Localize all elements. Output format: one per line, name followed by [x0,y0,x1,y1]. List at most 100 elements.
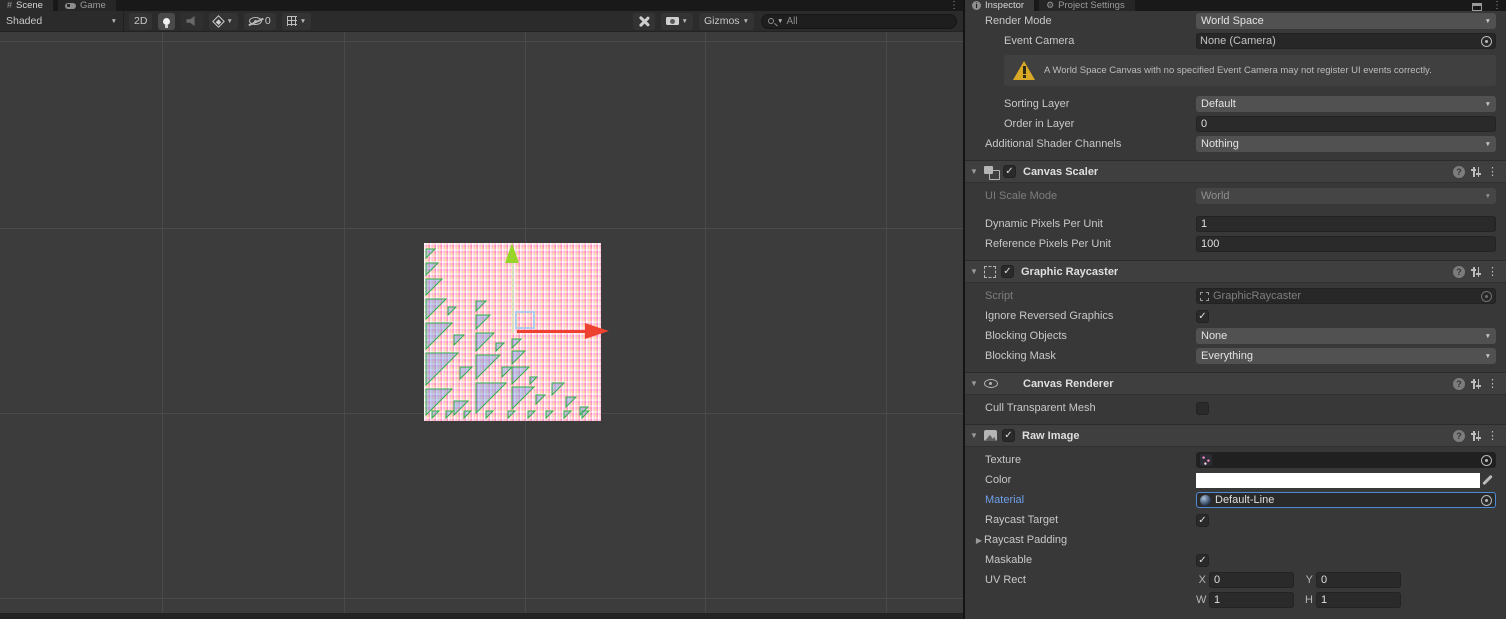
scene-effects-button[interactable]: ▼ [209,13,237,30]
canvas-scaler-enabled-checkbox[interactable]: ✓ [1003,165,1016,178]
gizmo-xy-plane-handle[interactable] [515,311,535,329]
texture-field[interactable] [1196,452,1496,468]
2d-toggle-button[interactable]: 2D [129,13,152,30]
order-in-layer-field[interactable]: 0 [1196,116,1496,132]
uv-rect-row-xy: UV Rect X 0 Y 0 [965,570,1506,590]
foldout-open-icon[interactable]: ▼ [969,379,979,388]
script-row: Script GraphicRaycaster [965,286,1506,306]
sorting-layer-dropdown[interactable]: Default ▼ [1196,96,1496,112]
object-picker-icon [1481,291,1492,302]
material-sphere-icon [1200,495,1211,506]
graphic-raycaster-icon [984,266,996,278]
help-icon[interactable]: ? [1453,430,1465,442]
presets-icon[interactable] [1470,266,1482,278]
scene-panel-menu-icon[interactable]: ⋮ [945,1,963,11]
canvas-scaler-icon [984,166,998,178]
object-picker-icon[interactable] [1481,495,1492,506]
additional-shader-channels-value: Nothing [1201,138,1485,150]
uv-w-field[interactable]: 1 [1209,592,1294,608]
canvas-scaler-title: Canvas Scaler [1023,166,1098,178]
scene-panel: # Scene Game ⋮ Shaded ▼ 2D [0,0,963,619]
component-menu-icon[interactable]: ⋮ [1487,165,1498,178]
component-menu-icon[interactable]: ⋮ [1487,265,1498,278]
additional-shader-channels-dropdown[interactable]: Nothing ▼ [1196,136,1496,152]
blocking-mask-dropdown[interactable]: Everything ▼ [1196,348,1496,364]
event-camera-field[interactable]: None (Camera) [1196,33,1496,49]
presets-icon[interactable] [1470,166,1482,178]
tab-project-settings[interactable]: ⚙ Project Settings [1039,0,1135,11]
grid-icon [287,16,297,26]
maskable-checkbox[interactable]: ✓ [1196,554,1209,567]
uv-y-field[interactable]: 0 [1316,572,1401,588]
gizmo-y-axis-line[interactable] [512,263,514,333]
inspector-body: Render Mode World Space ▼ Event Camera N… [965,11,1506,610]
render-mode-dropdown[interactable]: World Space ▼ [1196,13,1496,29]
tab-game[interactable]: Game [58,0,116,11]
uv-x-field[interactable]: 0 [1209,572,1294,588]
presets-icon[interactable] [1470,430,1482,442]
foldout-closed-icon[interactable]: ▶ [974,536,984,545]
help-icon[interactable]: ? [1453,378,1465,390]
canvas-renderer-header[interactable]: ▼ Canvas Renderer ? ⋮ [965,372,1506,394]
uv-y-label: Y [1303,574,1313,586]
tab-inspector[interactable]: i Inspector [965,0,1034,11]
presets-icon[interactable] [1470,378,1482,390]
render-mode-value: World Space [1201,15,1485,27]
help-icon[interactable]: ? [1453,266,1465,278]
raw-image-enabled-checkbox[interactable]: ✓ [1002,429,1015,442]
blocking-objects-row: Blocking Objects None ▼ [965,326,1506,346]
scene-audio-toggle[interactable] [181,13,203,30]
window-layout-icon[interactable] [1472,3,1482,11]
object-picker-icon[interactable] [1481,36,1492,47]
material-field[interactable]: Default-Line [1196,492,1496,508]
grid-line [0,228,963,229]
component-menu-icon[interactable]: ⋮ [1487,429,1498,442]
scene-camera-settings-button[interactable]: ▼ [661,13,693,30]
scene-search-input[interactable] [786,16,950,27]
graphic-raycaster-header[interactable]: ▼ ✓ Graphic Raycaster ? ⋮ [965,260,1506,282]
gizmo-x-axis-arrow[interactable] [585,323,609,339]
scene-tabbar: # Scene Game ⋮ [0,0,963,11]
render-mode-row: Render Mode World Space ▼ [965,11,1506,31]
raw-image-icon [984,430,997,441]
scene-lighting-toggle[interactable] [158,13,175,30]
eyedropper-icon[interactable] [1480,473,1494,488]
gizmo-x-axis-line[interactable] [517,330,586,333]
info-icon: i [972,1,981,10]
component-tools-button[interactable] [633,13,655,30]
grid-line [0,598,963,599]
dynamic-ppu-field[interactable]: 1 [1196,216,1496,232]
graphic-raycaster-title: Graphic Raycaster [1021,266,1118,278]
raycast-target-checkbox[interactable]: ✓ [1196,514,1209,527]
foldout-open-icon[interactable]: ▼ [969,431,979,440]
ignore-reversed-graphics-label: Ignore Reversed Graphics [985,310,1196,322]
raw-image-header[interactable]: ▼ ✓ Raw Image ? ⋮ [965,424,1506,446]
scene-search-box[interactable]: ▼ [761,14,957,29]
help-icon[interactable]: ? [1453,166,1465,178]
scene-viewport[interactable] [0,32,963,619]
graphic-raycaster-enabled-checkbox[interactable]: ✓ [1001,265,1014,278]
canvas-scaler-header[interactable]: ▼ ✓ Canvas Scaler ? ⋮ [965,160,1506,182]
object-picker-icon[interactable] [1481,455,1492,466]
scene-visibility-toggle[interactable]: 0 [244,13,276,30]
color-swatch[interactable] [1196,473,1480,488]
reference-ppu-field[interactable]: 100 [1196,236,1496,252]
uv-h-field[interactable]: 1 [1316,592,1401,608]
grid-visibility-button[interactable]: ▼ [282,13,311,30]
cull-transparent-mesh-checkbox[interactable] [1196,402,1209,415]
gizmo-y-axis-arrow[interactable] [505,243,519,263]
chevron-down-icon: ▼ [1485,141,1491,148]
inspector-panel-menu-icon[interactable]: ⋮ [1488,1,1506,11]
raycast-target-label: Raycast Target [985,514,1196,526]
ignore-reversed-graphics-checkbox[interactable]: ✓ [1196,310,1209,323]
component-menu-icon[interactable]: ⋮ [1487,377,1498,390]
grid-line [886,32,887,619]
scene-toolbar: Shaded ▼ 2D ▼ 0 [0,11,963,32]
shading-mode-dropdown[interactable]: Shaded ▼ [0,11,124,32]
foldout-open-icon[interactable]: ▼ [969,167,979,176]
inspector-panel: i Inspector ⚙ Project Settings ⋮ Render … [965,0,1506,619]
tab-scene[interactable]: # Scene [0,0,53,11]
gizmos-dropdown[interactable]: Gizmos ▼ [699,13,754,30]
foldout-open-icon[interactable]: ▼ [969,267,979,276]
blocking-objects-dropdown[interactable]: None ▼ [1196,328,1496,344]
